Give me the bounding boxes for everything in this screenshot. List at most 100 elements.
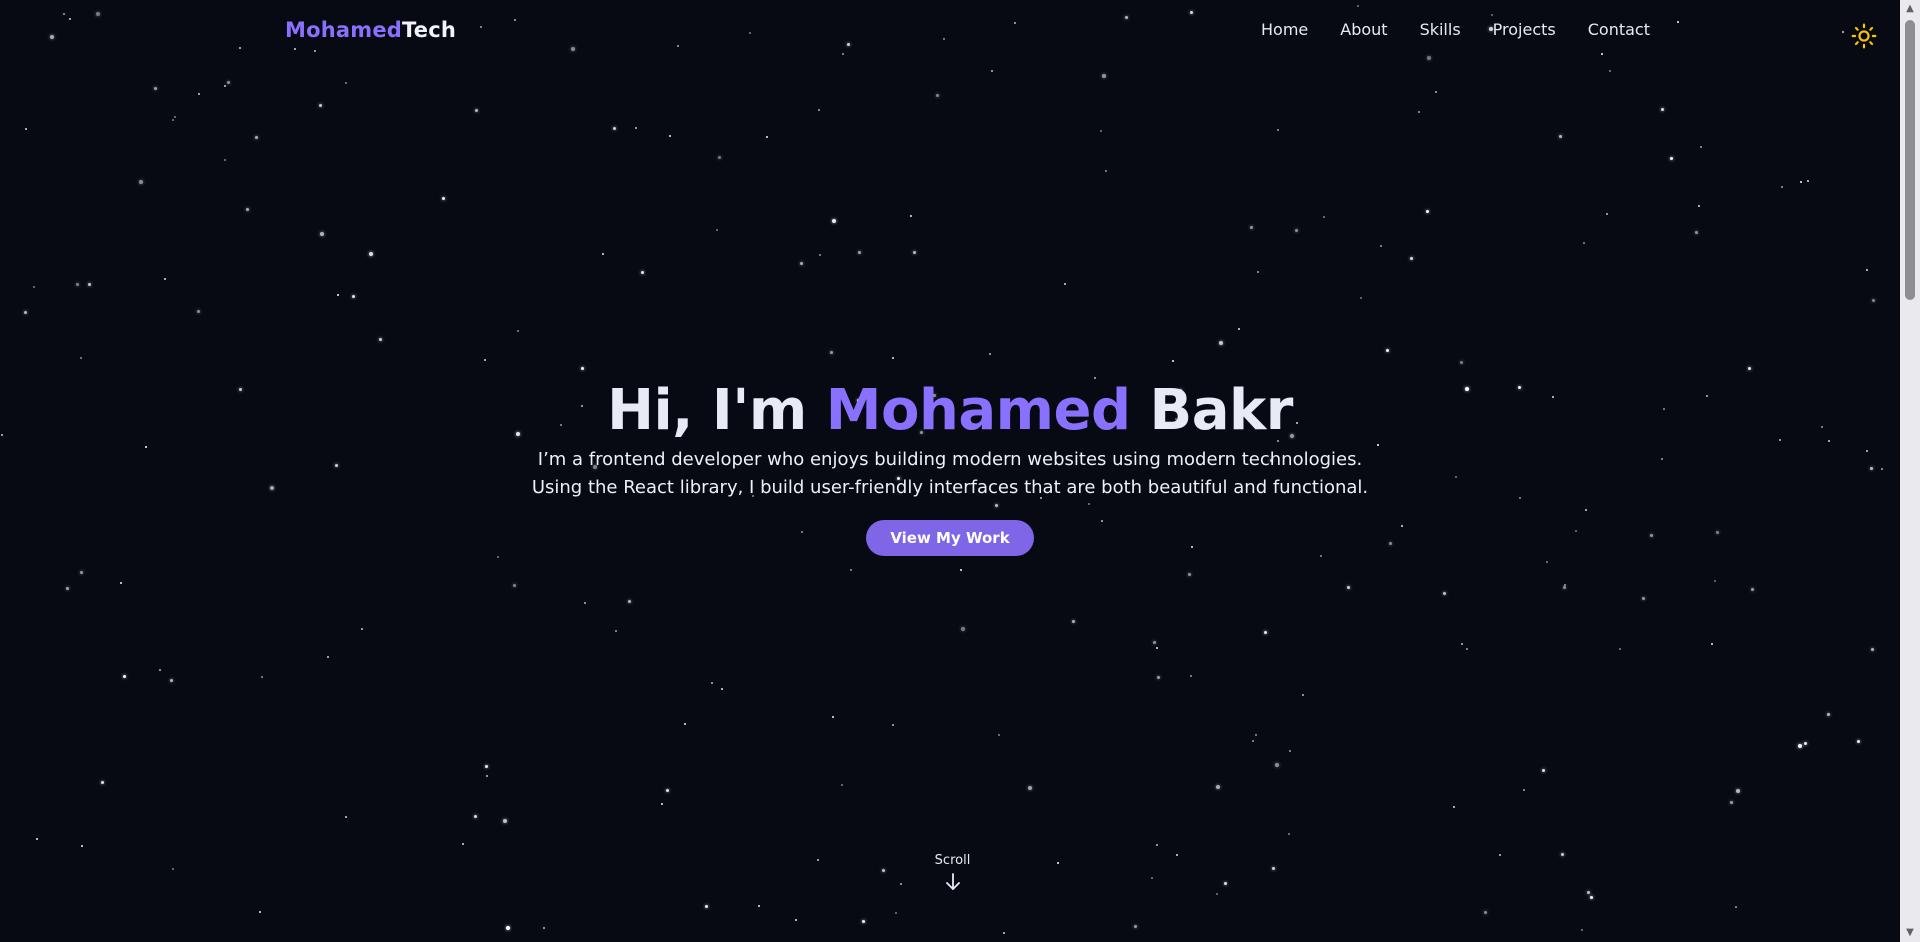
star-dot <box>255 136 258 139</box>
theme-toggle-button[interactable] <box>1851 23 1877 49</box>
star-dot <box>1781 186 1783 188</box>
page-scrollbar[interactable]: ▲ ▼ <box>1900 0 1920 942</box>
star-dot <box>80 571 83 574</box>
star-dot <box>818 109 820 111</box>
star-dot <box>1151 877 1153 879</box>
star-dot <box>1323 216 1325 218</box>
star-dot <box>1736 789 1740 793</box>
view-my-work-button[interactable]: View My Work <box>866 519 1034 556</box>
star-dot <box>164 278 166 280</box>
nav-item-contact[interactable]: Contact <box>1588 20 1650 39</box>
nav-item-skills[interactable]: Skills <box>1420 20 1461 39</box>
scroll-up-arrow-icon[interactable]: ▲ <box>1900 0 1920 18</box>
star-dot <box>1156 647 1158 649</box>
star-dot <box>88 283 91 286</box>
hero-first-name: Mohamed <box>825 378 1131 443</box>
star-dot <box>795 919 797 921</box>
star-dot <box>900 883 902 885</box>
star-dot <box>224 159 226 161</box>
star-dot <box>819 254 821 256</box>
site-logo[interactable]: MohamedTech <box>285 18 456 42</box>
star-dot <box>1559 135 1562 138</box>
star-dot <box>513 584 516 587</box>
star-dot <box>442 197 445 200</box>
star-dot <box>76 283 79 286</box>
star-dot <box>1748 367 1751 370</box>
star-dot <box>669 135 671 137</box>
star-dot <box>25 128 27 130</box>
star-dot <box>684 723 686 725</box>
star-dot <box>1735 906 1737 908</box>
star-dot <box>581 367 584 370</box>
star-dot <box>503 819 507 823</box>
star-dot <box>474 815 477 818</box>
star-dot <box>1751 588 1754 591</box>
star-dot <box>666 789 669 792</box>
star-dot <box>1064 283 1066 285</box>
star-dot <box>345 82 347 84</box>
star-dot <box>259 911 261 913</box>
star-dot <box>1435 91 1437 93</box>
star-dot <box>1564 584 1566 586</box>
arrow-down-icon <box>945 873 960 890</box>
star-dot <box>174 116 176 118</box>
star-dot <box>1255 734 1257 736</box>
nav-item-projects[interactable]: Projects <box>1493 20 1556 39</box>
star-dot <box>345 816 347 818</box>
star-dot <box>497 556 499 558</box>
star-dot <box>36 838 38 840</box>
star-dot <box>1872 299 1875 302</box>
hero-title: Hi, I'm Mohamed Bakr <box>0 380 1900 442</box>
scroll-down-arrow-icon[interactable]: ▼ <box>1900 924 1920 942</box>
star-dot <box>841 784 843 786</box>
star-dot <box>1661 108 1664 111</box>
star-dot <box>1156 844 1158 846</box>
star-dot <box>1100 130 1102 132</box>
star-dot <box>1277 129 1279 131</box>
star-dot <box>1360 297 1362 299</box>
nav-item-about[interactable]: About <box>1340 20 1387 39</box>
star-dot <box>1871 648 1874 651</box>
star-dot <box>718 156 721 159</box>
scrollbar-thumb[interactable] <box>1905 20 1915 300</box>
star-dot <box>197 310 200 313</box>
star-dot <box>1288 833 1290 835</box>
star-dot <box>989 353 991 355</box>
star-dot <box>613 127 616 130</box>
star-dot <box>1563 586 1566 589</box>
top-navigation: MohamedTech Home About Skills Projects C… <box>0 0 1900 60</box>
star-dot <box>850 569 852 571</box>
star-dot <box>892 357 894 359</box>
star-dot <box>1800 181 1802 183</box>
star-dot <box>1216 893 1218 895</box>
star-dot <box>369 252 373 256</box>
star-dot <box>910 215 912 217</box>
star-dot <box>936 94 939 97</box>
nav-item-home[interactable]: Home <box>1261 20 1308 39</box>
star-dot <box>960 569 962 571</box>
star-dot <box>1542 769 1545 772</box>
star-dot <box>1250 226 1253 229</box>
star-dot <box>1057 862 1059 864</box>
star-dot <box>1302 694 1304 696</box>
star-dot <box>1275 763 1279 767</box>
star-dot <box>154 87 157 90</box>
star-dot <box>1176 854 1178 856</box>
star-dot <box>635 127 637 129</box>
star-dot <box>1157 676 1160 679</box>
star-dot <box>584 602 586 604</box>
star-dot <box>1134 925 1137 928</box>
star-dot <box>337 294 339 296</box>
star-dot <box>101 781 104 784</box>
star-dot <box>1295 229 1298 232</box>
star-dot <box>1188 573 1191 576</box>
star-dot <box>1410 257 1413 260</box>
star-dot <box>1418 111 1420 113</box>
star-dot <box>81 845 83 847</box>
star-dot <box>1619 648 1621 650</box>
scroll-indicator[interactable]: Scroll <box>930 853 975 892</box>
star-dot <box>1289 750 1291 752</box>
star-dot <box>1219 341 1223 345</box>
star-dot <box>1700 146 1702 148</box>
star-dot <box>661 803 663 805</box>
